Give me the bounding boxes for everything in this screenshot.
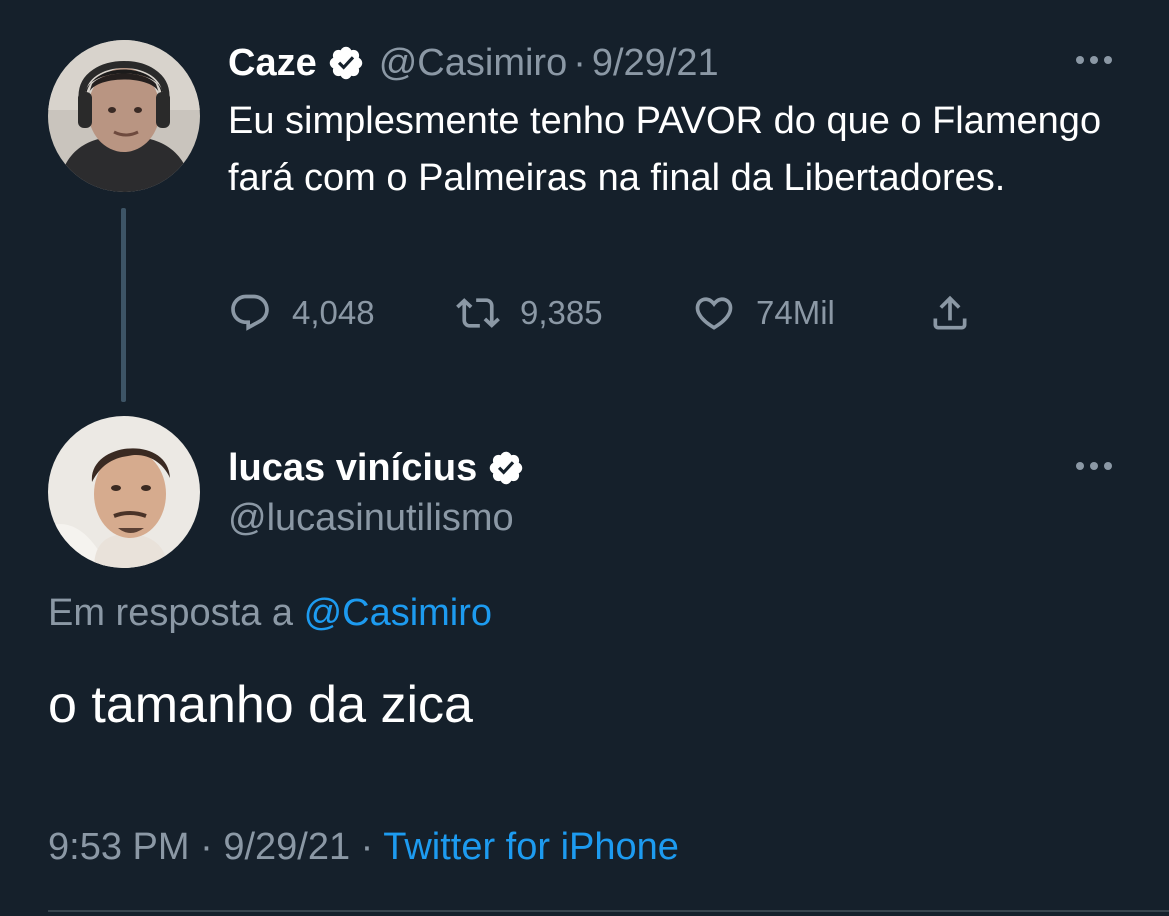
parent-tweet-avatar[interactable] [48, 40, 200, 192]
like-button[interactable]: 74Mil [692, 288, 835, 338]
reply-bubble-icon [228, 291, 272, 335]
retweet-count: 9,385 [520, 294, 603, 331]
reply-tweet-text: o tamanho da zica [48, 676, 473, 734]
heart-icon [692, 291, 736, 335]
separator-dot: · [360, 826, 384, 868]
parent-display-name[interactable]: Caze [228, 42, 317, 85]
reply-tweet-header: lucas vinícius [228, 443, 525, 493]
reply-prefix: Em resposta a [48, 592, 293, 634]
user-avatar-photo-icon [48, 416, 200, 568]
reply-tweet-meta: 9:53 PM · 9/29/21 · Twitter for iPhone [48, 826, 679, 869]
separator-dot: · [573, 41, 586, 84]
parent-tweet-text: Eu simplesmente tenho PAVOR do que o Fla… [228, 100, 1102, 199]
reply-context: Em resposta a @Casimiro [48, 592, 492, 635]
reply-tweet-avatar[interactable] [48, 416, 200, 568]
reply-count: 4,048 [292, 294, 375, 331]
user-avatar-photo-icon [48, 40, 200, 192]
parent-tweet-header: Caze @Casimiro · 9/29/21 [228, 38, 719, 88]
retweet-button[interactable]: 9,385 [456, 288, 603, 338]
like-count: 74Mil [756, 294, 835, 331]
thread-connector-line [121, 208, 126, 402]
parent-date[interactable]: 9/29/21 [592, 42, 719, 85]
verified-badge-icon [327, 44, 365, 82]
verified-badge-icon [487, 449, 525, 487]
more-options-icon[interactable] [1072, 50, 1116, 70]
tweet-date[interactable]: 9/29/21 [223, 826, 350, 868]
reply-handle[interactable]: @lucasinutilismo [228, 497, 514, 540]
reply-mention-link[interactable]: @Casimiro [304, 592, 492, 634]
retweet-icon [456, 291, 500, 335]
share-button[interactable] [928, 288, 972, 338]
parent-handle[interactable]: @Casimiro [379, 42, 567, 85]
tweet-source-link[interactable]: Twitter for iPhone [383, 826, 679, 868]
share-icon [928, 291, 972, 335]
tweet-time[interactable]: 9:53 PM [48, 826, 190, 868]
separator-dot: · [200, 826, 224, 868]
divider [48, 910, 1169, 912]
reply-button[interactable]: 4,048 [228, 288, 375, 338]
more-options-icon[interactable] [1072, 456, 1116, 476]
reply-display-name[interactable]: lucas vinícius [228, 447, 477, 490]
